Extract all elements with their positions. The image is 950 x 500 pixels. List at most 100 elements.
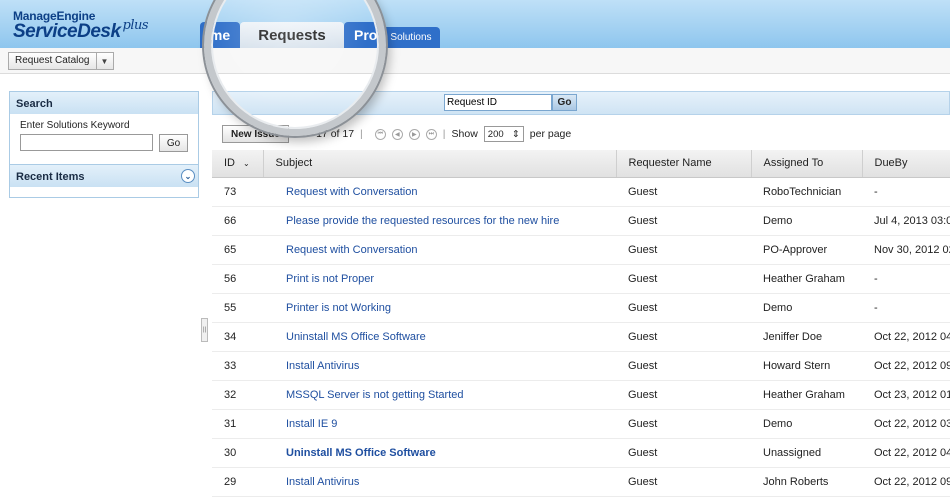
table-row[interactable]: 34 Uninstall MS Office Software Guest Jenif…	[212, 322, 950, 352]
tab-requests[interactable]: Requests	[240, 22, 344, 48]
splitter-handle[interactable]: ||	[201, 318, 208, 342]
logo: ManageEngine ServiceDesk plus	[13, 9, 149, 43]
tab-solutions[interactable]: Solutions	[382, 27, 440, 48]
cell-id: 56	[212, 264, 263, 294]
column-header-dueby[interactable]: DueBy	[862, 150, 950, 178]
cell-id: 66	[212, 206, 263, 236]
request-search-go-button[interactable]: Go	[552, 94, 577, 111]
cell-id: 55	[212, 293, 263, 323]
cell-dueby: Jul 4, 2013 03:00	[862, 206, 950, 236]
chevron-down-icon[interactable]: ▼	[97, 53, 113, 69]
column-header-assigned[interactable]: Assigned To	[751, 150, 863, 178]
cell-subject-link[interactable]: Install Antivirus	[263, 467, 616, 497]
left-sidebar: Search Enter Solutions Keyword Go Recent…	[9, 91, 199, 198]
cell-subject-link[interactable]: Please provide the requested resources f…	[263, 206, 616, 236]
table-row[interactable]: 33 Install Antivirus Guest Howard Stern Oct …	[212, 351, 950, 381]
per-page-label: per page	[529, 128, 572, 140]
cell-subject-link[interactable]: Printer is not Working	[263, 293, 616, 323]
cell-requester: Guest	[616, 235, 751, 265]
cell-assigned: Demo	[751, 206, 862, 236]
cell-id: 30	[212, 438, 263, 468]
cell-assigned: PO-Approver	[751, 235, 862, 265]
column-header-id[interactable]: ID ⌄	[212, 150, 264, 178]
cell-assigned: RoboTechnician	[751, 177, 862, 207]
cell-dueby: -	[862, 264, 950, 294]
table-header-row: ID ⌄ Subject Requester Name Assigned To D…	[212, 150, 950, 178]
table-row[interactable]: 30 Uninstall MS Office Software Guest Unass…	[212, 438, 950, 468]
cell-id: 33	[212, 351, 263, 381]
cell-dueby: Oct 22, 2012 09:	[862, 467, 950, 497]
cell-id: 29	[212, 467, 263, 497]
table-row[interactable]: 65 Request with Conversation Guest PO-Appro…	[212, 235, 950, 265]
stepper-icon: ⇕	[511, 128, 520, 140]
table-row[interactable]: 66 Please provide the requested resources…	[212, 206, 950, 236]
cell-requester: Guest	[616, 409, 751, 439]
cell-requester: Guest	[616, 438, 751, 468]
solutions-go-button[interactable]: Go	[159, 134, 188, 152]
cell-assigned: Jeniffer Doe	[751, 322, 862, 352]
collapse-icon[interactable]: ⌄	[181, 169, 195, 183]
column-header-id-label: ID	[224, 157, 235, 170]
table-row[interactable]: 29 Install Antivirus Guest John Roberts Oct …	[212, 467, 950, 497]
table-row[interactable]: 31 Install IE 9 Guest Demo Oct 22, 2012 03:	[212, 409, 950, 439]
logo-product: ServiceDesk plus	[13, 18, 149, 43]
request-id-search-input[interactable]	[444, 94, 552, 111]
cell-subject-link[interactable]: Request with Conversation	[263, 235, 616, 265]
cell-dueby: Oct 22, 2012 04:	[862, 322, 950, 352]
request-catalog-button[interactable]: Request Catalog ▼	[8, 52, 114, 70]
cell-id: 31	[212, 409, 263, 439]
sort-icon[interactable]: ⌄	[243, 159, 250, 168]
table-row[interactable]: 55 Printer is not Working Guest Demo -	[212, 293, 950, 323]
recent-items-title: Recent Items	[16, 171, 85, 183]
cell-subject-link[interactable]: Install IE 9	[263, 409, 616, 439]
cell-assigned: John Roberts	[751, 467, 862, 497]
first-page-icon[interactable]: ⏮	[374, 128, 386, 140]
logo-plus: plus	[122, 18, 149, 33]
last-page-icon[interactable]: ⏭	[425, 128, 437, 140]
cell-dueby: -	[862, 293, 950, 323]
cell-requester: Guest	[616, 177, 751, 207]
divider: |	[442, 128, 446, 140]
cell-subject-link[interactable]: Print is not Proper	[263, 264, 616, 294]
cell-id: 34	[212, 322, 263, 352]
cell-dueby: Oct 22, 2012 04:	[862, 438, 950, 468]
table-row[interactable]: 56 Print is not Proper Guest Heather Graham…	[212, 264, 950, 294]
tab-home[interactable]: me	[200, 22, 240, 48]
column-header-subject[interactable]: Subject	[263, 150, 617, 178]
table-row[interactable]: 32 MSSQL Server is not getting Started Gue…	[212, 380, 950, 410]
sub-toolbar: Request Catalog ▼	[0, 48, 950, 74]
cell-id: 65	[212, 235, 263, 265]
solutions-keyword-input[interactable]	[20, 134, 153, 151]
cell-dueby: Oct 23, 2012 01:	[862, 380, 950, 410]
recent-items-list	[10, 187, 198, 197]
page-size-select[interactable]: 200 ⇕	[483, 126, 524, 142]
recent-items-header[interactable]: Recent Items ⌄	[10, 165, 198, 187]
table-row[interactable]: 73 Request with Conversation Guest RoboTech…	[212, 177, 950, 207]
keyword-label: Enter Solutions Keyword	[20, 120, 130, 131]
cell-subject-link[interactable]: MSSQL Server is not getting Started	[263, 380, 616, 410]
cell-requester: Guest	[616, 380, 751, 410]
cell-subject-link[interactable]: Request with Conversation	[263, 177, 616, 207]
cell-subject-link[interactable]: Uninstall MS Office Software	[263, 322, 616, 352]
cell-subject-link[interactable]: Uninstall MS Office Software	[263, 438, 616, 468]
cell-assigned: Heather Graham	[751, 380, 862, 410]
previous-page-icon[interactable]: ◀	[391, 128, 403, 140]
request-catalog-label: Request Catalog	[9, 53, 97, 69]
cell-dueby: -	[862, 177, 950, 207]
search-panel-title: Search	[10, 92, 198, 114]
cell-dueby: Oct 22, 2012 03:	[862, 409, 950, 439]
cell-requester: Guest	[616, 206, 751, 236]
next-page-icon[interactable]: ▶	[408, 128, 420, 140]
show-label: Show	[451, 128, 478, 140]
column-header-requester[interactable]: Requester Name	[616, 150, 752, 178]
record-count: 1 - 17 of 17	[300, 128, 355, 140]
cell-assigned: Howard Stern	[751, 351, 862, 381]
cell-requester: Guest	[616, 322, 751, 352]
cell-subject-link[interactable]: Install Antivirus	[263, 351, 616, 381]
new-issue-button[interactable]: New Issue	[222, 125, 289, 143]
logo-product-name: ServiceDesk	[13, 21, 121, 42]
cell-id: 73	[212, 177, 263, 207]
page-size-value: 200	[487, 128, 504, 140]
tab-problems[interactable]: Pro	[344, 22, 384, 48]
cell-requester: Guest	[616, 264, 751, 294]
